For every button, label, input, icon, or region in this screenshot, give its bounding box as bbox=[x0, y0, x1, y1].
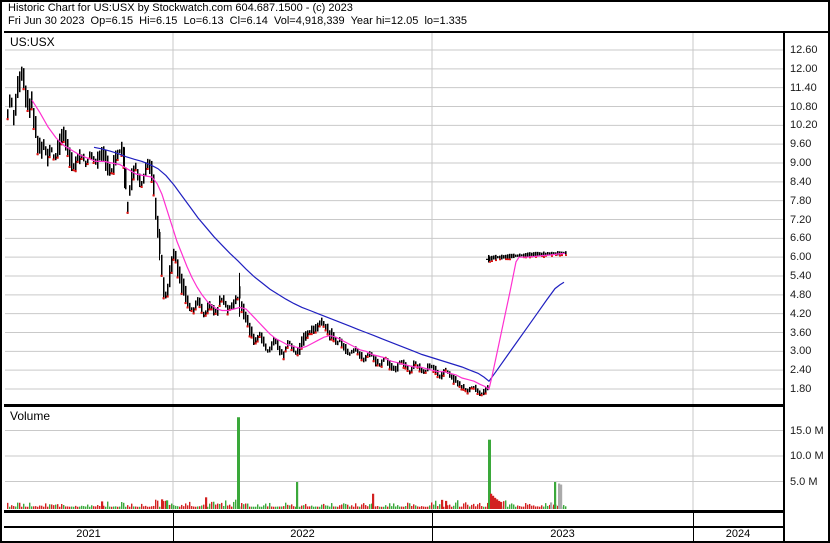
header-bar: Historic Chart for US:USX by Stockwatch.… bbox=[4, 2, 788, 29]
price-axis-tick: 9.60 bbox=[790, 138, 812, 151]
price-axis-tick: 4.80 bbox=[790, 288, 812, 301]
date-band-tick bbox=[432, 513, 433, 526]
volume-axis-tick: 5.0 M bbox=[790, 475, 818, 488]
symbol-label: US:USX bbox=[10, 35, 55, 49]
volume-axis-tick: 15.0 M bbox=[790, 424, 824, 437]
price-axis-tick: 8.40 bbox=[790, 175, 812, 188]
date-band-divider bbox=[4, 526, 785, 528]
price-axis-tick: 2.40 bbox=[790, 364, 812, 377]
date-band-tick bbox=[173, 528, 174, 541]
volume-bottom-border bbox=[4, 510, 785, 513]
header-divider bbox=[4, 31, 828, 33]
chart-ohlc-info: Fri Jun 30 2023 Op=6.15 Hi=6.15 Lo=6.13 … bbox=[8, 15, 467, 27]
price-axis-tick: 1.80 bbox=[790, 383, 812, 395]
price-axis-tick: 11.40 bbox=[790, 81, 817, 94]
price-axis-tick: 3.00 bbox=[790, 345, 812, 358]
date-band-tick bbox=[693, 528, 694, 541]
price-axis-tick: 4.20 bbox=[790, 307, 812, 320]
price-axis-tick: 10.80 bbox=[790, 100, 818, 113]
volume-panel-label: Volume bbox=[10, 409, 51, 423]
price-volume-divider bbox=[4, 404, 783, 407]
price-axis-tick: 9.00 bbox=[790, 157, 812, 169]
price-axis-tick: 6.00 bbox=[790, 251, 812, 264]
price-axis-tick: 7.80 bbox=[790, 194, 812, 207]
price-axis-tick: 12.60 bbox=[790, 44, 818, 56]
axis-column-divider bbox=[783, 33, 785, 541]
date-band-tick bbox=[693, 513, 694, 526]
price-axis-tick: 3.60 bbox=[790, 326, 812, 339]
price-axis-tick: 5.40 bbox=[790, 270, 812, 282]
price-axis-tick: 10.20 bbox=[790, 119, 818, 132]
price-axis-tick: 12.00 bbox=[790, 62, 818, 75]
year-label: 2022 bbox=[290, 528, 315, 540]
year-label: 2024 bbox=[725, 528, 751, 540]
volume-axis-tick: 10.0 M bbox=[790, 450, 824, 462]
chart-title: Historic Chart for US:USX by Stockwatch.… bbox=[8, 2, 353, 14]
year-label: 2021 bbox=[76, 528, 101, 540]
price-axis-tick: 6.60 bbox=[790, 232, 812, 245]
date-band-tick bbox=[173, 513, 174, 526]
price-axis-tick: 7.20 bbox=[790, 213, 812, 226]
year-label: 2023 bbox=[550, 528, 575, 540]
stock-chart-window: Historic Chart for US:USX by Stockwatch.… bbox=[0, 0, 830, 543]
date-band-tick bbox=[432, 528, 433, 541]
chart-canvas bbox=[5, 33, 783, 510]
